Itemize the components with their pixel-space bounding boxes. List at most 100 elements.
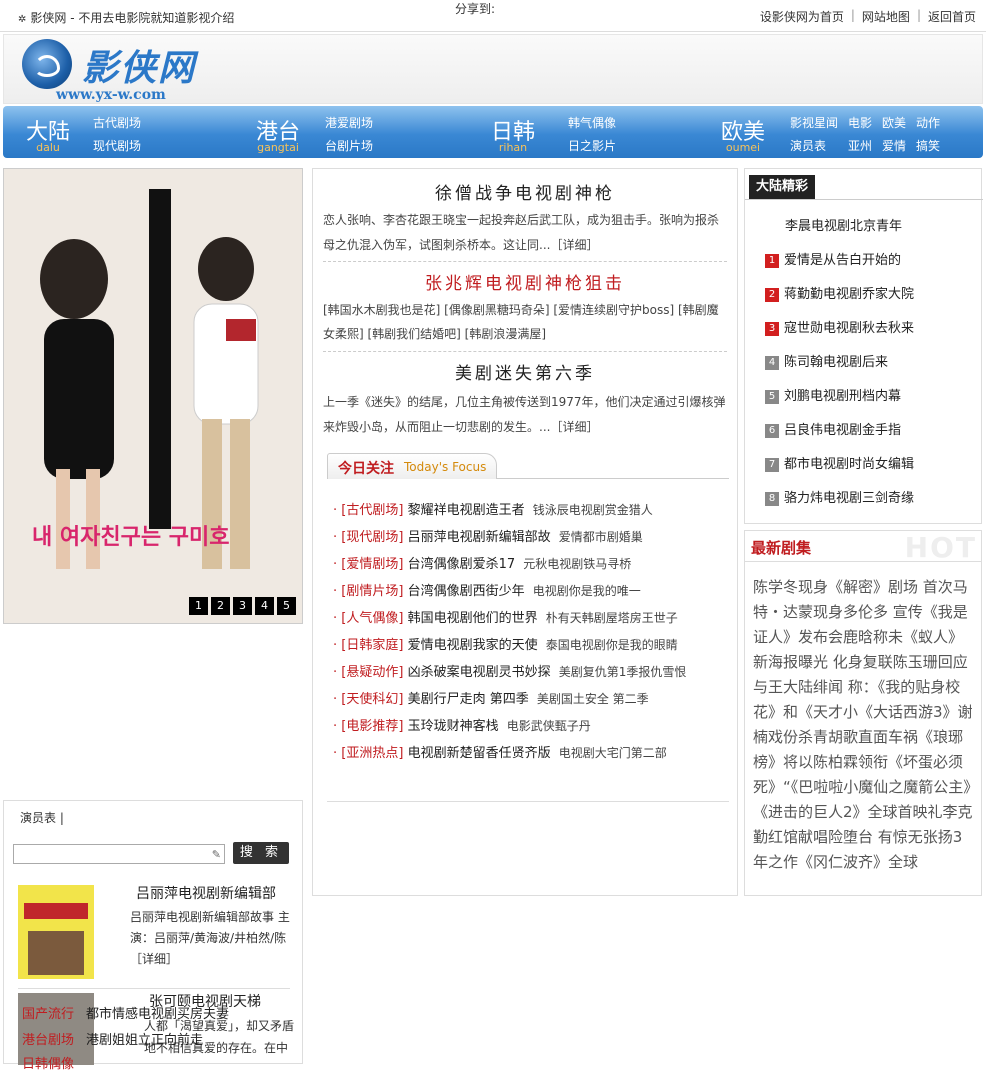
sitemap-link[interactable]: 网站地图 <box>862 8 910 25</box>
cast-box: 演员表 | ✎ 搜 索 吕丽萍电视剧新编辑部 吕丽萍电视剧新编辑部故事 主演：吕… <box>3 800 303 1072</box>
nav-sub-hk[interactable]: 港爱剧场 <box>325 114 373 131</box>
site-logo[interactable]: 影侠网 www.yx-w.com <box>22 39 222 103</box>
article-3: 美剧迷失第六季 上一季《迷失》的结尾，几位主角被传送到1977年，他们决定通过引… <box>313 355 737 445</box>
top-links: 设影侠网为首页 | 网站地图 | 返回首页 <box>760 8 976 25</box>
slider-page-2[interactable]: 2 <box>211 597 230 615</box>
list-item: · [悬疑动作] 凶杀破案电视剧灵书妙探 美剧复仇第1季报仇雪恨 <box>333 665 687 680</box>
nav-sub-action[interactable]: 动作 <box>916 114 940 131</box>
slider-page-4[interactable]: 4 <box>255 597 274 615</box>
nav-sub-love[interactable]: 爱情 <box>882 137 906 154</box>
rank-title: 大陆精彩 <box>749 175 815 199</box>
logo-fish-icon <box>22 39 72 89</box>
rank-item[interactable]: 2 蒋勤勤电视剧乔家大院 <box>765 283 914 302</box>
article-body-2[interactable]: [韩国水木剧我也是花] [偶像剧黑糖玛奇朵] [爱情连续剧守护boss] [韩剧… <box>323 298 727 346</box>
nav-sub-asia[interactable]: 亚州 <box>848 137 872 154</box>
divider <box>323 351 727 352</box>
nav-sub-tw[interactable]: 台剧片场 <box>325 137 373 154</box>
overlay-link-4[interactable]: 港剧姐姐立正向前走 <box>86 1029 203 1048</box>
cast-item-title-1[interactable]: 吕丽萍电视剧新编辑部 <box>136 883 276 903</box>
divider <box>745 561 981 562</box>
nav-sub-movie[interactable]: 电影 <box>848 114 872 131</box>
divider: | <box>850 8 855 22</box>
rank-item[interactable]: 6 吕良伟电视剧金手指 <box>765 419 901 438</box>
rank-item[interactable]: 3 寇世勋电视剧秋去秋来 <box>765 317 914 336</box>
divider <box>327 801 729 802</box>
slider-page-1[interactable]: 1 <box>189 597 208 615</box>
overlay-link-1[interactable]: 国产流行 <box>22 1003 74 1022</box>
cast-thumb-1[interactable] <box>18 885 94 979</box>
list-item: · [日韩家庭] 爱情电视剧我家的天使 泰国电视剧你是我的眼睛 <box>333 638 678 653</box>
nav-sub-comedy[interactable]: 搞笑 <box>916 137 940 154</box>
latest-title: 最新剧集 <box>751 539 812 557</box>
set-homepage-link[interactable]: 设影侠网为首页 <box>760 8 844 25</box>
list-item: · [人气偶像] 韩国电视剧他们的世界 朴有天韩剧屋塔房王世子 <box>333 611 678 626</box>
search-button[interactable]: 搜 索 <box>233 842 289 864</box>
logo-url: www.yx-w.com <box>56 87 166 103</box>
poster-caption: 내 여자친구는 구미호 <box>32 525 230 550</box>
nav-gangtai-pinyin: gangtai <box>257 141 299 154</box>
overlay-link-5[interactable]: 日韩偶像 <box>22 1053 74 1072</box>
article-body-1: 恋人张响、李杏花跟王晓宝一起投奔赵后武工队，成为狙击手。张响为报杀母之仇混入伪军… <box>323 213 720 252</box>
divider <box>323 261 727 262</box>
list-item: · [电影推荐] 玉玲珑财神客栈 电影武侠甄子丹 <box>333 719 591 734</box>
top-bar: ✲ 影侠网 - 不用去电影院就知道影视介绍 分享到: 设影侠网为首页 | 网站地图… <box>0 0 986 32</box>
nav-sub-modern[interactable]: 现代剧场 <box>93 137 141 154</box>
slider-page-3[interactable]: 3 <box>233 597 252 615</box>
cast-item-desc-1: 吕丽萍电视剧新编辑部故事 主演：吕丽萍/黄海波/井柏然/陈［详细］ <box>130 910 290 966</box>
overlay-link-3[interactable]: 港台剧场 <box>22 1029 74 1048</box>
article-body-3: 上一季《迷失》的结尾，几位主角被传送到1977年，他们决定通过引爆核弹来炸毁小岛… <box>323 395 726 434</box>
today-focus-tab: 今日关注 Today's Focus <box>327 453 497 479</box>
nav-oumei-pinyin: oumei <box>725 141 761 154</box>
focus-title: 今日关注 <box>338 461 394 477</box>
divider <box>18 988 290 989</box>
today-focus-header: 今日关注 Today's Focus <box>327 453 729 479</box>
list-item: · [古代剧场] 黎耀祥电视剧造王者 钱泳辰电视剧赏金猎人 <box>333 503 653 518</box>
nav-dalu-pinyin: dalu <box>36 141 60 154</box>
latest-box: 最新剧集 HOT 陈学冬现身《解密》剧场 首次马特・达蒙现身多伦多 宣传《我是证… <box>744 530 982 896</box>
main-nav: 大陆 dalu 古代剧场 现代剧场 港台 gangtai 港爱剧场 台剧片场 日… <box>3 106 983 158</box>
right-column: 大陆精彩 李晨电视剧北京青年 1 爱情是从告白开始的 2 蒋勤勤电视剧乔家大院 3寇… <box>744 168 983 896</box>
hot-badge: HOT <box>904 531 977 564</box>
rank-item[interactable]: 5 刘鹏电视剧刑档内幕 <box>765 385 901 404</box>
logo-name: 影侠网 <box>82 47 197 89</box>
article-title-3[interactable]: 美剧迷失第六季 <box>323 359 727 384</box>
list-item: · [天使科幻] 美剧行尸走肉 第四季 美剧国土安全 第二季 <box>333 692 649 707</box>
nav-sub-cast[interactable]: 演员表 <box>790 137 826 154</box>
bullet-icon: ✲ <box>18 14 27 25</box>
share-label: 分享到: <box>455 2 496 16</box>
list-item: · [爱情剧场] 台湾偶像剧爱杀17 元秋电视剧铁马寻桥 <box>333 557 632 572</box>
rank-item[interactable]: 李晨电视剧北京青年 <box>785 215 902 234</box>
nav-sub-korean[interactable]: 韩气偶像 <box>568 114 616 131</box>
article-1: 徐僧战争电视剧神枪 恋人张响、李杏花跟王晓宝一起投奔赵后武工队，成为狙击手。张响… <box>313 169 737 261</box>
slider-page-5[interactable]: 5 <box>277 597 296 615</box>
article-title-1[interactable]: 徐僧战争电视剧神枪 <box>323 179 727 204</box>
slider-pagination: 1 2 3 4 5 <box>189 597 296 615</box>
nav-rihan-pinyin: rihan <box>498 141 528 154</box>
cast-title: 演员表 | <box>20 811 64 825</box>
featured-poster-slider[interactable]: 내 여자친구는 구미호 1 2 3 4 5 <box>3 168 303 624</box>
divider: | <box>916 8 921 22</box>
article-2: 张兆辉电视剧神枪狙击 [韩国水木剧我也是花] [偶像剧黑糖玛奇朵] [爱情连续剧… <box>313 265 737 349</box>
rank-item[interactable]: 8 骆力炜电视剧三剑奇缘 <box>765 487 914 506</box>
rank-item[interactable]: 1 爱情是从告白开始的 <box>765 249 901 268</box>
list-item: · [现代剧场] 吕丽萍电视剧新编辑部故 爱情都市剧婚巢 <box>333 530 643 545</box>
focus-title-en: Today's Focus <box>404 460 487 474</box>
rank-item[interactable]: 4 陈司翰电视剧后来 <box>765 351 888 370</box>
nav-sub-news[interactable]: 影视星闻 <box>790 114 838 131</box>
search-input[interactable]: ✎ <box>13 844 225 864</box>
rank-item[interactable]: 7 都市电视剧时尚女编辑 <box>765 453 914 472</box>
site-header: 影侠网 www.yx-w.com <box>3 34 983 104</box>
nav-sub-japanese[interactable]: 日之影片 <box>568 137 616 154</box>
site-slogan: ✲ 影侠网 - 不用去电影院就知道影视介绍 <box>18 11 235 25</box>
latest-news-text[interactable]: 陈学冬现身《解密》剧场 首次马特・达蒙现身多伦多 宣传《我是证人》发布会鹿晗称未… <box>753 575 977 875</box>
back-home-link[interactable]: 返回首页 <box>928 8 976 25</box>
article-title-2[interactable]: 张兆辉电视剧神枪狙击 <box>323 269 727 294</box>
list-item: · [亚洲热点] 电视剧新楚留香任贤齐版 电视剧大宅门第二部 <box>333 746 667 761</box>
nav-sub-ancient[interactable]: 古代剧场 <box>93 114 141 131</box>
poster-image <box>4 169 302 623</box>
search-icon: ✎ <box>211 848 221 861</box>
rank-box: 大陆精彩 李晨电视剧北京青年 1 爱情是从告白开始的 2 蒋勤勤电视剧乔家大院 3寇… <box>744 168 983 524</box>
overlay-link-2[interactable]: 都市情感电视剧买房夫妻 <box>86 1003 229 1022</box>
nav-sub-western[interactable]: 欧美 <box>882 114 906 131</box>
divider <box>745 199 983 200</box>
